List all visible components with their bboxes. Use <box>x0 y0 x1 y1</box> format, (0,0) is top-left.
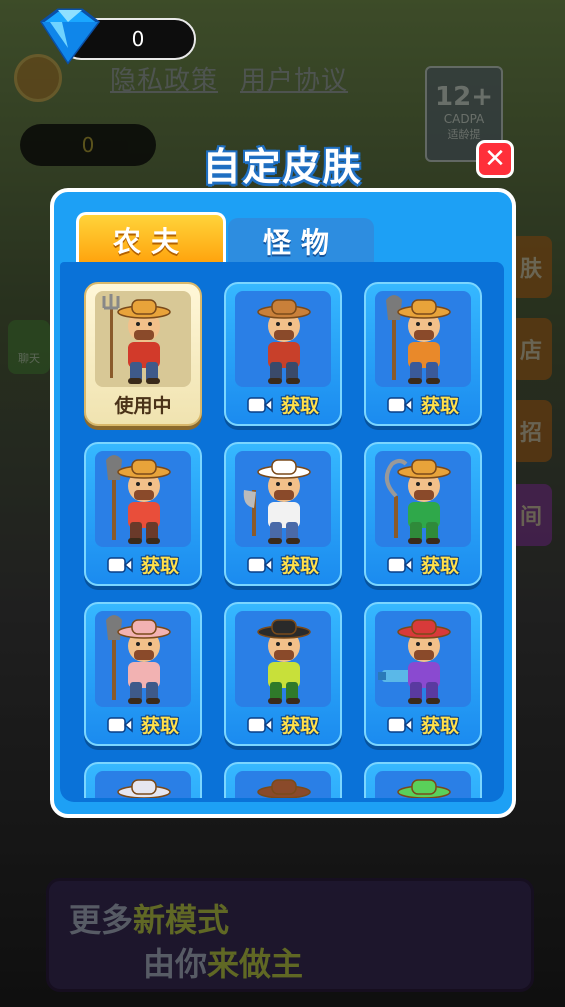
skin-card[interactable]: 获取 <box>84 602 202 746</box>
video-ad-icon <box>387 556 413 573</box>
gem-count: 0 <box>131 27 145 51</box>
skin-card[interactable]: 获取 <box>224 282 342 426</box>
skin-card-label: 获取 <box>140 715 179 737</box>
close-icon: ✕ <box>484 144 506 174</box>
tab-farmer[interactable]: 农夫 <box>76 212 226 264</box>
tab-label: 农夫 <box>112 224 189 258</box>
farmer-character-icon <box>243 459 311 544</box>
video-ad-icon <box>107 716 133 733</box>
farmer-character-icon <box>378 619 451 704</box>
skin-card[interactable]: 使用中 <box>84 282 202 426</box>
farmer-character-icon <box>386 295 451 384</box>
skin-card-label: 获取 <box>420 715 459 737</box>
skin-card[interactable]: 获取 <box>224 442 342 586</box>
farmer-character-icon <box>106 615 171 704</box>
skin-card[interactable] <box>364 762 482 798</box>
skin-card-label: 获取 <box>140 555 179 577</box>
farmer-character-icon <box>117 779 171 798</box>
skin-card-label: 获取 <box>280 715 319 737</box>
farmer-character-icon <box>102 294 171 384</box>
skin-card-label: 获取 <box>280 555 319 577</box>
video-ad-icon <box>247 396 273 413</box>
skin-card[interactable]: 获取 <box>364 442 482 586</box>
farmer-character-icon <box>384 459 451 544</box>
skin-card-label: 使用中 <box>114 395 172 417</box>
farmer-character-icon <box>257 299 311 384</box>
skin-card[interactable]: 获取 <box>84 442 202 586</box>
skin-card[interactable]: 获取 <box>224 602 342 746</box>
diamond-icon <box>39 8 101 65</box>
farmer-character-icon <box>397 779 451 798</box>
video-ad-icon <box>387 396 413 413</box>
obtain-label[interactable]: 获取 <box>366 551 480 578</box>
skin-card[interactable]: 获取 <box>364 602 482 746</box>
farmer-character-icon <box>106 455 171 544</box>
obtain-label[interactable]: 获取 <box>226 711 340 738</box>
obtain-label[interactable]: 获取 <box>366 391 480 418</box>
skin-card[interactable] <box>84 762 202 798</box>
farmer-character-icon <box>257 779 311 798</box>
skin-card[interactable]: 获取 <box>364 282 482 426</box>
video-ad-icon <box>387 716 413 733</box>
tab-monster[interactable]: 怪物 <box>228 218 374 264</box>
skin-card-label: 获取 <box>420 395 459 417</box>
skin-card[interactable] <box>224 762 342 798</box>
obtain-label[interactable]: 获取 <box>86 551 200 578</box>
obtain-label[interactable]: 获取 <box>366 711 480 738</box>
video-ad-icon <box>247 556 273 573</box>
tab-label: 怪物 <box>262 226 339 259</box>
video-ad-icon <box>247 716 273 733</box>
video-ad-icon <box>107 556 133 573</box>
obtain-label[interactable]: 获取 <box>226 551 340 578</box>
farmer-character-icon <box>257 619 311 704</box>
obtain-label[interactable]: 获取 <box>226 391 340 418</box>
close-button[interactable]: ✕ <box>476 140 514 178</box>
skin-card-label: 获取 <box>420 555 459 577</box>
skin-panel: 使用中 获取 获取 获取 获取 获取 获取 获取 获取 <box>60 262 504 802</box>
obtain-label[interactable]: 获取 <box>86 711 200 738</box>
skin-card-label: 获取 <box>280 395 319 417</box>
in-use-label: 使用中 <box>86 391 200 418</box>
skin-grid[interactable]: 使用中 获取 获取 获取 获取 获取 获取 获取 获取 <box>60 262 504 798</box>
